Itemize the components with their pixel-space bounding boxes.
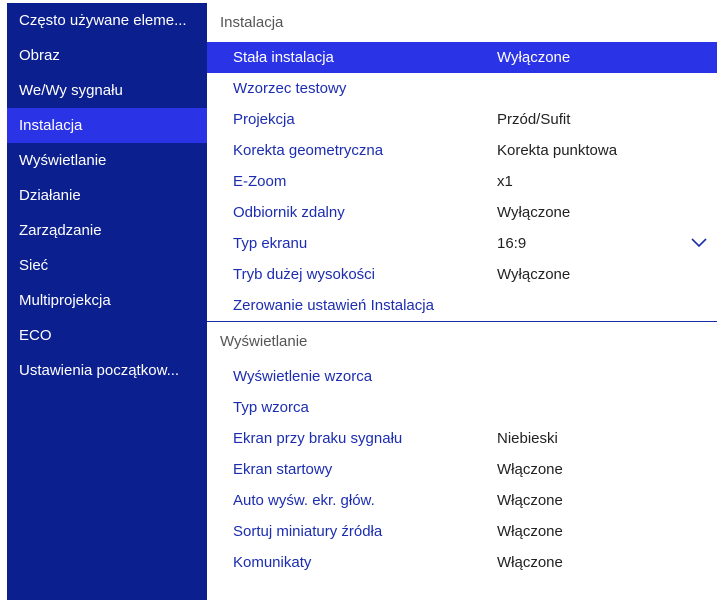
- setting-label: Typ wzorca: [233, 399, 309, 416]
- setting-label: Auto wyśw. ekr. głów.: [233, 492, 375, 509]
- setting-value: Włączone: [497, 554, 563, 571]
- setting-value: Wyłączone: [497, 204, 571, 221]
- setting-label: Ekran przy braku sygnału: [233, 430, 403, 447]
- setting-row-ekran-startowy[interactable]: Ekran startowy Włączone: [207, 454, 717, 485]
- setting-label: Typ ekranu: [233, 235, 308, 252]
- setting-label: E-Zoom: [233, 173, 287, 190]
- setting-value: Niebieski: [497, 430, 558, 447]
- sidebar-item-siec[interactable]: Sieć: [7, 248, 207, 283]
- setting-value: Wyłączone: [497, 49, 571, 66]
- setting-row-e-zoom[interactable]: E-Zoom x1: [207, 166, 717, 197]
- setting-value: Włączone: [497, 492, 563, 509]
- settings-panel: Instalacja Stała instalacja Wyłączone Wz…: [207, 3, 717, 600]
- setting-row-korekta-geometryczna[interactable]: Korekta geometryczna Korekta punktowa: [207, 135, 717, 166]
- setting-label: Stała instalacja: [233, 49, 334, 66]
- sidebar-item-obraz[interactable]: Obraz: [7, 38, 207, 73]
- setting-label: Tryb dużej wysokości: [233, 266, 375, 283]
- setting-value: Korekta punktowa: [497, 142, 618, 159]
- setting-row-auto-wysw-ekr-glow[interactable]: Auto wyśw. ekr. głów. Włączone: [207, 485, 717, 516]
- sidebar-item-we-wy-sygnalu[interactable]: We/Wy sygnału: [7, 73, 207, 108]
- chevron-down-icon[interactable]: [691, 236, 707, 248]
- sidebar-item-czesto-uzywane[interactable]: Często używane eleme...: [7, 3, 207, 38]
- setting-value: Przód/Sufit: [497, 111, 571, 128]
- setting-label: Zerowanie ustawień Instalacja: [233, 297, 434, 314]
- setting-row-odbiornik-zdalny[interactable]: Odbiornik zdalny Wyłączone: [207, 197, 717, 228]
- setting-value: Wyłączone: [497, 266, 571, 283]
- setting-row-stala-instalacja[interactable]: Stała instalacja Wyłączone: [207, 42, 717, 73]
- sidebar-item-eco[interactable]: ECO: [7, 318, 207, 353]
- setting-label: Ekran startowy: [233, 461, 333, 478]
- projector-menu: Często używane eleme... Obraz We/Wy sygn…: [7, 3, 717, 600]
- setting-value: Włączone: [497, 461, 563, 478]
- sidebar-menu: Często używane eleme... Obraz We/Wy sygn…: [7, 3, 207, 600]
- section-header-wyswietlanie: Wyświetlanie: [207, 321, 717, 361]
- sidebar-item-wyswietlanie[interactable]: Wyświetlanie: [7, 143, 207, 178]
- setting-row-tryb-duzej-wysokosci[interactable]: Tryb dużej wysokości Wyłączone: [207, 259, 717, 290]
- sidebar-item-ustawienia-poczatkowe[interactable]: Ustawienia początkow...: [7, 353, 207, 388]
- setting-row-sortuj-miniatury[interactable]: Sortuj miniatury źródła Włączone: [207, 516, 717, 547]
- sidebar-item-zarzadzanie[interactable]: Zarządzanie: [7, 213, 207, 248]
- sidebar-item-instalacja[interactable]: Instalacja: [7, 108, 207, 143]
- setting-row-projekcja[interactable]: Projekcja Przód/Sufit: [207, 104, 717, 135]
- setting-label: Komunikaty: [233, 554, 312, 571]
- setting-label: Sortuj miniatury źródła: [233, 523, 383, 540]
- setting-row-typ-ekranu[interactable]: Typ ekranu 16:9: [207, 228, 717, 259]
- setting-label: Korekta geometryczna: [233, 142, 384, 159]
- setting-value: x1: [497, 173, 513, 190]
- setting-row-ekran-brak-sygnalu[interactable]: Ekran przy braku sygnału Niebieski: [207, 423, 717, 454]
- setting-label: Projekcja: [233, 111, 295, 128]
- sidebar-item-multiprojekcja[interactable]: Multiprojekcja: [7, 283, 207, 318]
- setting-label: Odbiornik zdalny: [233, 204, 345, 221]
- setting-label: Wzorzec testowy: [233, 80, 347, 97]
- setting-row-zerowanie-ustawien[interactable]: Zerowanie ustawień Instalacja: [207, 290, 717, 321]
- setting-row-komunikaty[interactable]: Komunikaty Włączone: [207, 547, 717, 578]
- setting-row-wyswietlenie-wzorca[interactable]: Wyświetlenie wzorca: [207, 361, 717, 392]
- setting-value: 16:9: [497, 235, 527, 252]
- section-header-instalacja: Instalacja: [220, 14, 284, 31]
- sidebar-item-dzialanie[interactable]: Działanie: [7, 178, 207, 213]
- setting-row-typ-wzorca[interactable]: Typ wzorca: [207, 392, 717, 423]
- setting-label: Wyświetlenie wzorca: [233, 368, 373, 385]
- setting-row-wzorzec-testowy[interactable]: Wzorzec testowy: [207, 73, 717, 104]
- setting-value: Włączone: [497, 523, 563, 540]
